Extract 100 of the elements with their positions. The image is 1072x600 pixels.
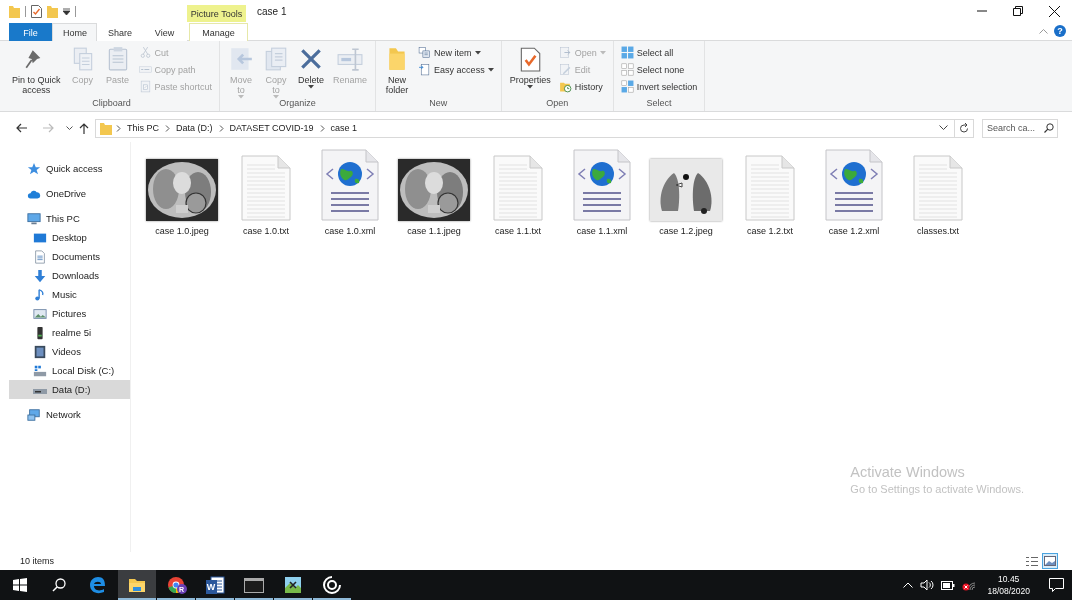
sidebar-item[interactable]: Videos (9, 342, 130, 361)
large-icons-view-button[interactable] (1042, 553, 1058, 569)
empty-grid-icon (620, 63, 634, 76)
battery-icon[interactable] (941, 580, 956, 590)
drive-icon (33, 363, 47, 378)
file-name[interactable]: case 1.2.xml (828, 226, 880, 236)
document-icon (33, 249, 47, 264)
breadcrumb[interactable]: This PC (125, 123, 161, 133)
context-tab-group: Picture Tools (187, 5, 246, 22)
sidebar-item[interactable]: Network (9, 405, 130, 424)
terminal-icon (243, 577, 264, 593)
network-icon (27, 407, 41, 422)
details-icon (1026, 555, 1038, 567)
sidebar-item[interactable]: Pictures (9, 304, 130, 323)
search-field[interactable]: Search ca... (987, 123, 1043, 133)
refresh-button[interactable] (955, 118, 974, 138)
select-all-button[interactable]: Select all (618, 44, 700, 61)
speaker-icon[interactable] (920, 579, 935, 591)
file-name[interactable]: case 1.1.xml (576, 226, 628, 236)
select-none-button[interactable]: Select none (618, 61, 700, 78)
activation-message: Go to Settings to activate Windows. (850, 483, 1024, 495)
target-icon (322, 576, 341, 594)
sidebar-item[interactable]: Documents (9, 247, 130, 266)
show-hidden-icons-button[interactable] (903, 582, 914, 588)
folder-icon (100, 121, 112, 135)
sidebar-item[interactable]: realme 5i (9, 323, 130, 342)
sidebar-item[interactable]: Quick access (9, 159, 130, 178)
new-item-button[interactable]: New item (416, 44, 496, 61)
back-button[interactable] (16, 123, 27, 133)
clock[interactable]: 10.45 18/08/2020 (983, 573, 1034, 597)
sidebar-item[interactable]: Music (9, 285, 130, 304)
file-name[interactable]: case 1.2.txt (747, 226, 793, 236)
text-file-icon (493, 155, 543, 221)
file-name[interactable]: case 1.0.txt (243, 226, 289, 236)
word-taskbar-button[interactable]: W (195, 570, 234, 600)
sidebar-item[interactable]: This PC (9, 209, 130, 228)
sidebar-item[interactable]: Local Disk (C:) (9, 361, 130, 380)
ribbon-tab[interactable]: Home (52, 23, 97, 41)
sidebar-item[interactable]: OneDrive (9, 184, 130, 203)
address-bar[interactable]: This PC Data (D:) DATASET COVID-19 case 1 (95, 118, 955, 138)
invert-selection-button[interactable]: Invert selection (618, 78, 700, 95)
search-icon (1044, 123, 1054, 133)
group-label: Clipboard (91, 97, 132, 110)
help-button[interactable]: ? (1054, 25, 1066, 37)
file-name[interactable]: case 1.0.jpeg (155, 226, 209, 236)
search-box[interactable]: Search ca... (982, 118, 1058, 138)
dropdown-icon[interactable] (939, 125, 948, 131)
easy-access-button[interactable]: Easy access (416, 61, 496, 78)
pin-button[interactable]: Pin to Quick access (9, 44, 64, 97)
group-label: Select (645, 97, 673, 110)
breadcrumb[interactable]: case 1 (328, 123, 360, 133)
picture-frame-icon (33, 306, 47, 321)
group-label: Open (545, 97, 570, 110)
file-name[interactable]: case 1.2.jpeg (659, 226, 713, 236)
collapse-ribbon-icon[interactable] (1039, 28, 1048, 34)
history-button[interactable]: History (556, 78, 608, 95)
sidebar-item[interactable]: Data (D:) (9, 380, 130, 399)
rename-icon (337, 46, 364, 72)
refresh-icon (959, 122, 969, 134)
file-name[interactable]: case 1.0.xml (324, 226, 376, 236)
sidebar-item[interactable]: Desktop (9, 228, 130, 247)
xml-file-icon (825, 149, 883, 221)
checkmark-page-icon[interactable] (31, 4, 42, 18)
folder-icon (127, 577, 146, 593)
close-icon (1048, 5, 1060, 17)
download-icon (33, 268, 47, 283)
properties-button[interactable]: Properties (506, 44, 554, 91)
file-name[interactable]: case 1.1.jpeg (407, 226, 461, 236)
shortcut-icon (138, 80, 152, 93)
notifications-icon[interactable] (1049, 578, 1064, 592)
up-button[interactable] (79, 122, 89, 134)
edge-icon (88, 576, 107, 594)
wifi-disconnected-icon[interactable] (962, 579, 977, 591)
partial-grid-icon (620, 80, 634, 93)
xml-file-icon (573, 149, 631, 221)
ribbon-tab[interactable]: Manage (189, 23, 248, 41)
activation-title: Activate Windows (850, 464, 966, 480)
customize-icon[interactable] (63, 7, 70, 15)
breadcrumb[interactable]: DATASET COVID-19 (227, 123, 316, 133)
delete-button[interactable]: Delete (295, 44, 328, 91)
sidebar-item[interactable]: Downloads (9, 266, 130, 285)
text-file-icon (913, 155, 963, 221)
text-file-icon (241, 155, 291, 221)
breadcrumb[interactable]: Data (D:) (174, 123, 215, 133)
clock-folder-icon (558, 80, 572, 93)
file-name[interactable]: case 1.1.txt (495, 226, 541, 236)
open-icon (558, 46, 572, 59)
recent-locations-button[interactable] (66, 125, 73, 131)
scissors-icon (138, 46, 152, 59)
new-folder-button[interactable]: New folder (381, 44, 414, 97)
star-icon (27, 161, 41, 176)
ribbon-tab[interactable]: File (9, 23, 52, 41)
explorer-taskbar-button[interactable] (117, 570, 156, 600)
windows-logo-icon (12, 578, 27, 592)
app-letter: W (205, 580, 217, 594)
group-label: New (428, 97, 449, 110)
file-name[interactable]: classes.txt (917, 226, 959, 236)
move-icon (228, 46, 255, 72)
film-icon (33, 344, 47, 359)
text-file-icon (745, 155, 795, 221)
